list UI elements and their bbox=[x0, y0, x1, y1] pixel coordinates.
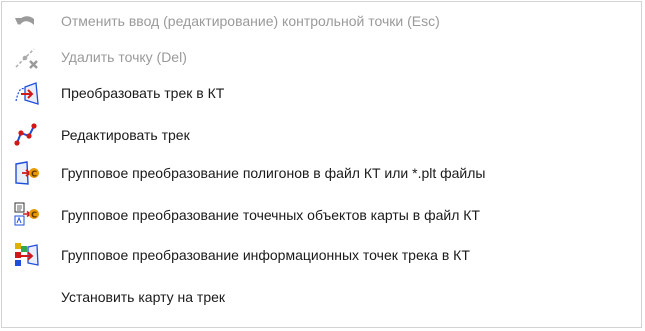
batch-convert-polygons-icon: C bbox=[12, 159, 40, 187]
menu-item-edit-track[interactable]: Редактировать трек bbox=[2, 116, 641, 154]
edit-track-icon bbox=[12, 121, 40, 149]
menu-item-label: Групповое преобразование точечных объект… bbox=[61, 207, 480, 223]
menu-item-batch-convert-polygons[interactable]: C Групповое преобразование полигонов в ф… bbox=[2, 154, 641, 192]
svg-text:C: C bbox=[31, 211, 37, 220]
menu-item-label: Преобразовать трек в КТ bbox=[61, 85, 225, 101]
batch-convert-info-points-icon bbox=[12, 241, 40, 269]
menu-item-label: Удалить точку (Del) bbox=[61, 49, 187, 65]
menu-item-batch-convert-point-objects[interactable]: C Групповое преобразование точечных объе… bbox=[2, 196, 641, 234]
menu-item-convert-track-to-kt[interactable]: Преобразовать трек в КТ bbox=[2, 74, 641, 112]
svg-text:C: C bbox=[31, 170, 37, 179]
batch-convert-point-objects-icon: C bbox=[12, 201, 40, 229]
menu-item-label: Отменить ввод (редактирование) контрольн… bbox=[61, 13, 440, 29]
context-menu: Отменить ввод (редактирование) контрольн… bbox=[1, 1, 642, 328]
menu-item-set-map-on-track[interactable]: Установить карту на трек bbox=[2, 278, 641, 316]
menu-item-delete-point[interactable]: Удалить точку (Del) bbox=[2, 38, 641, 76]
menu-item-batch-convert-info-points[interactable]: Групповое преобразование информационных … bbox=[2, 236, 641, 274]
menu-item-undo-point-edit[interactable]: Отменить ввод (редактирование) контрольн… bbox=[2, 2, 641, 40]
undo-icon bbox=[12, 7, 40, 35]
menu-item-label: Групповое преобразование полигонов в фай… bbox=[61, 165, 486, 181]
menu-item-label: Установить карту на трек bbox=[61, 289, 226, 305]
delete-point-icon bbox=[12, 43, 40, 71]
convert-track-to-kt-icon bbox=[12, 79, 40, 107]
menu-item-label: Редактировать трек bbox=[61, 127, 190, 143]
menu-item-label: Групповое преобразование информационных … bbox=[61, 247, 470, 263]
